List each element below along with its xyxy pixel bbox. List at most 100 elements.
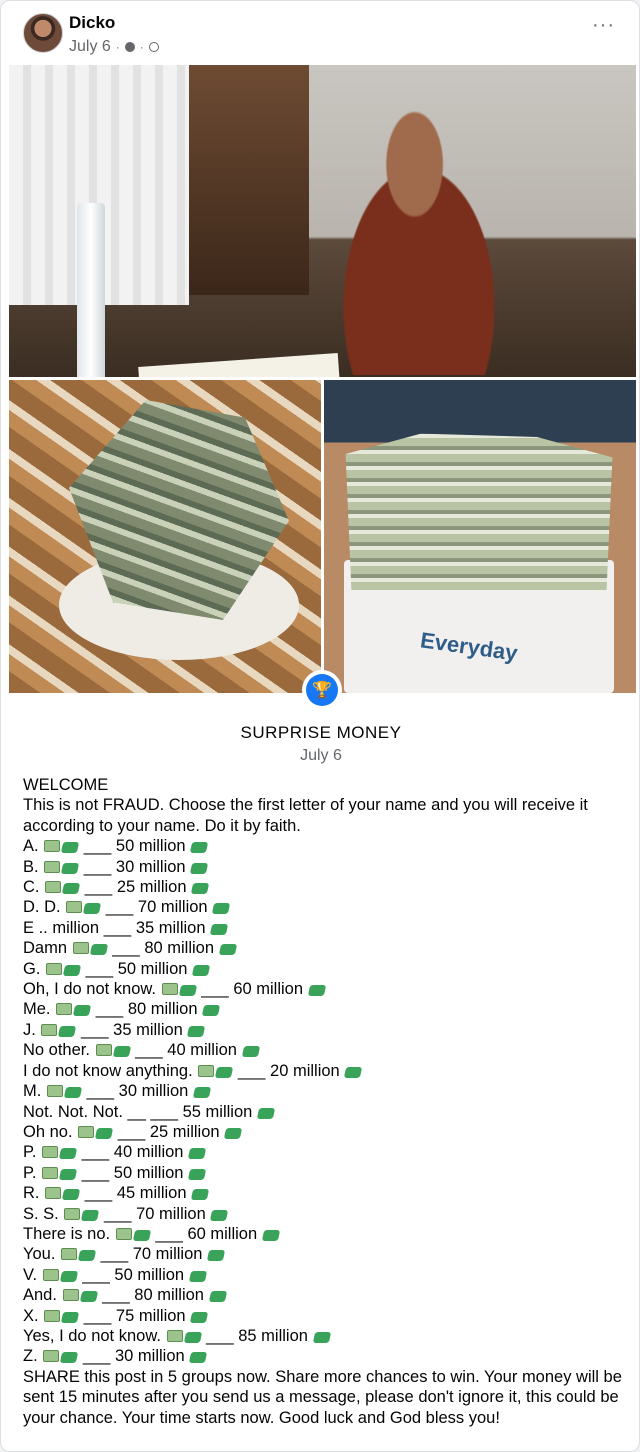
entry-prefix: P. bbox=[23, 1143, 37, 1162]
list-item: E .. million ___ 35 million bbox=[23, 918, 623, 938]
entry-prefix: D. D. bbox=[23, 898, 61, 917]
globe-icon[interactable] bbox=[148, 42, 159, 52]
entry-separator: ___ bbox=[103, 918, 132, 937]
entry-prefix: No other. bbox=[23, 1041, 90, 1060]
outro-paragraph: SHARE this post in 5 groups now. Share m… bbox=[23, 1367, 622, 1427]
entry-separator: ___ bbox=[84, 878, 113, 897]
entry-separator: ___ bbox=[95, 1000, 124, 1019]
money-bill-icon bbox=[56, 1003, 73, 1016]
entry-amount: 45 million bbox=[116, 1184, 187, 1203]
dollar-icon bbox=[187, 1168, 207, 1180]
welcome-line: WELCOME bbox=[23, 776, 109, 794]
entry-amount: 40 million bbox=[167, 1041, 237, 1060]
entry-amount: 50 million bbox=[117, 959, 188, 978]
dollar-icon bbox=[58, 1148, 78, 1160]
entry-prefix: A. bbox=[23, 837, 39, 856]
dollar-icon bbox=[307, 985, 326, 997]
dollar-icon bbox=[112, 1046, 131, 1058]
entry-prefix: There is no. bbox=[23, 1224, 111, 1243]
list-item: Oh, I do not know. ___ 60 million bbox=[23, 979, 623, 999]
post-date[interactable]: July 6 bbox=[69, 38, 111, 56]
money-bill-icon bbox=[166, 1329, 183, 1342]
entry-prefix: I do not know anything. bbox=[23, 1061, 193, 1080]
event-date: July 6 bbox=[300, 747, 342, 764]
author-name[interactable]: Dicko bbox=[69, 13, 115, 33]
dollar-icon bbox=[81, 1209, 100, 1221]
dollar-icon bbox=[190, 883, 210, 895]
separator: · bbox=[139, 40, 144, 54]
photo-main[interactable] bbox=[9, 65, 636, 377]
dollar-icon bbox=[178, 985, 197, 997]
entry-prefix: Yes, I do not know. bbox=[23, 1326, 161, 1345]
entry-separator: ___ bbox=[81, 1163, 110, 1182]
dollar-icon bbox=[223, 1127, 243, 1139]
entry-separator: ___ bbox=[206, 1326, 234, 1345]
entry-separator: ___ bbox=[82, 1347, 111, 1366]
entry-prefix: You. bbox=[23, 1245, 56, 1264]
dollar-icon bbox=[188, 1270, 207, 1282]
entry-prefix: And. bbox=[23, 1286, 57, 1305]
money-bill-icon bbox=[46, 962, 63, 975]
person-shape bbox=[309, 105, 529, 375]
list-item: A. ___ 50 million bbox=[23, 836, 623, 856]
entry-separator: ___ bbox=[83, 1306, 112, 1325]
money-bill-icon bbox=[62, 1289, 79, 1302]
photo-cash-box[interactable]: Everyday bbox=[324, 380, 636, 693]
entry-prefix: J. bbox=[23, 1020, 36, 1039]
list-item: Oh no. ___ 25 million bbox=[23, 1122, 623, 1142]
entry-amount: 50 million bbox=[115, 837, 186, 856]
list-item: Damn ___ 80 million bbox=[23, 938, 623, 958]
money-bill-icon bbox=[72, 942, 89, 955]
entry-amount: 35 million bbox=[113, 1020, 183, 1039]
dollar-icon bbox=[261, 1229, 280, 1241]
post-card: Dicko July 6 · · ··· Everyday 🏆 SURPRISE… bbox=[0, 0, 640, 1452]
entry-amount: 85 million bbox=[238, 1326, 308, 1345]
entry-separator: ___ bbox=[102, 1286, 130, 1305]
entry-separator: ___ bbox=[85, 959, 114, 978]
list-item: C. ___ 25 million bbox=[23, 877, 623, 897]
money-bill-icon bbox=[61, 1248, 78, 1261]
entry-amount: 20 million bbox=[270, 1061, 340, 1080]
event-title[interactable]: SURPRISE MONEY bbox=[1, 723, 639, 743]
list-item: V. ___ 50 million bbox=[23, 1265, 623, 1285]
dollar-icon bbox=[212, 903, 231, 915]
entry-prefix: Oh, I do not know. bbox=[23, 980, 156, 999]
entry-prefix: P. bbox=[23, 1163, 37, 1182]
money-bill-icon bbox=[64, 1207, 81, 1220]
dollar-icon bbox=[83, 903, 102, 915]
dollar-icon bbox=[190, 842, 209, 854]
more-options-button[interactable]: ··· bbox=[592, 15, 615, 35]
photo-cash-table[interactable] bbox=[9, 380, 321, 693]
entry-separator: ___ bbox=[84, 1184, 113, 1203]
avatar[interactable] bbox=[23, 13, 63, 53]
entry-amount: 25 million bbox=[116, 878, 187, 897]
entry-separator: __ ___ bbox=[127, 1102, 179, 1121]
entry-amount: 80 million bbox=[144, 939, 215, 958]
dollar-icon bbox=[61, 862, 80, 874]
dollar-icon bbox=[79, 1291, 98, 1303]
money-bill-icon bbox=[45, 1187, 62, 1200]
dollar-icon bbox=[61, 1189, 81, 1201]
dollar-icon bbox=[218, 944, 237, 956]
dollar-icon bbox=[192, 1087, 212, 1099]
post-header: Dicko July 6 · · ··· bbox=[1, 1, 639, 65]
dollar-icon bbox=[94, 1127, 114, 1139]
entry-separator: ___ bbox=[135, 1041, 163, 1060]
money-bill-icon bbox=[42, 1166, 59, 1179]
entry-prefix: V. bbox=[23, 1265, 38, 1284]
entry-separator: ___ bbox=[201, 980, 229, 999]
dollar-icon bbox=[190, 1189, 210, 1201]
entry-amount: 50 million bbox=[113, 1163, 184, 1182]
entry-prefix: R. bbox=[23, 1184, 40, 1203]
entry-prefix: C. bbox=[23, 878, 40, 897]
list-item: Not. Not. Not. __ ___ 55 million bbox=[23, 1102, 623, 1122]
trophy-icon: 🏆 bbox=[302, 670, 342, 710]
dollar-icon bbox=[191, 964, 211, 976]
entry-separator: ___ bbox=[117, 1122, 146, 1141]
dollar-icon bbox=[72, 1005, 92, 1017]
intro-paragraph: This is not FRAUD. Choose the first lett… bbox=[23, 796, 588, 835]
separator: · bbox=[115, 40, 120, 54]
dollar-icon bbox=[206, 1250, 226, 1262]
dollar-icon bbox=[59, 1270, 78, 1282]
entry-amount: 70 million bbox=[136, 1204, 206, 1223]
